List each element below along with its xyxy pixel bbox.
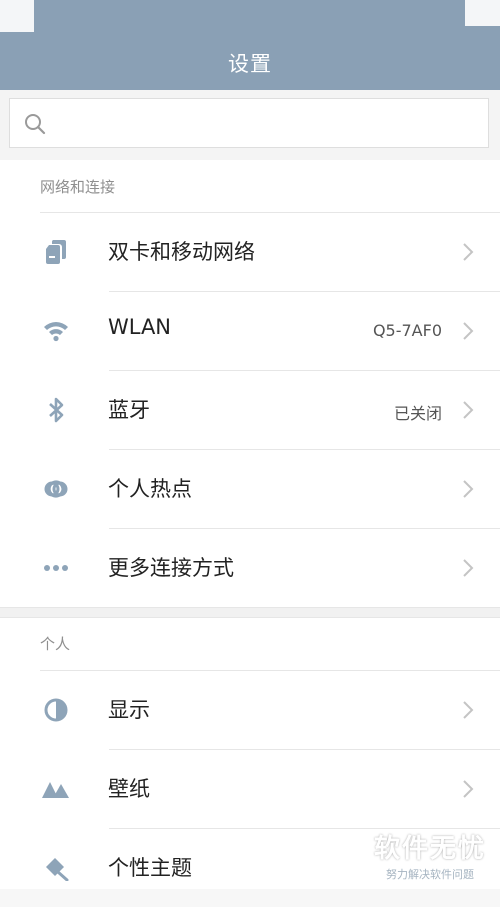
chevron-right-icon (463, 780, 474, 798)
chevron-right-icon (463, 701, 474, 719)
settings-item-wlan[interactable]: WLAN Q5-7AF0 (0, 291, 500, 370)
chevron-right-icon (463, 480, 474, 498)
section-header: 个人 (0, 618, 500, 670)
more-dots-icon (42, 555, 70, 581)
item-label: 壁纸 (108, 777, 150, 801)
item-value: Q5-7AF0 (372, 321, 442, 340)
hotspot-icon (42, 476, 70, 502)
item-label: 蓝牙 (108, 398, 150, 422)
section-network: 网络和连接 双卡和移动网络 WLAN Q5-7AF0 蓝牙 已关闭 个人热点 更… (0, 160, 500, 607)
item-label: 更多连接方式 (108, 556, 234, 580)
settings-item-display[interactable]: 显示 (0, 670, 500, 749)
watermark-logo: 软件无忧 努力解决软件问题 (374, 828, 486, 882)
watermark-subtitle: 努力解决软件问题 (385, 868, 474, 881)
settings-item-dual-sim[interactable]: 双卡和移动网络 (0, 212, 500, 291)
section-header: 网络和连接 (0, 160, 500, 212)
wifi-icon (42, 318, 70, 344)
page-title: 设置 (228, 52, 272, 76)
sim-card-icon (42, 239, 70, 265)
item-label: 双卡和移动网络 (108, 240, 255, 264)
status-bar-right (465, 0, 500, 26)
item-label: 个人热点 (108, 477, 192, 501)
chevron-right-icon (463, 243, 474, 261)
settings-item-wallpaper[interactable]: 壁纸 (0, 749, 500, 828)
section-title: 个人 (40, 635, 71, 653)
settings-item-more-connections[interactable]: 更多连接方式 (0, 528, 500, 607)
wallpaper-icon (42, 776, 70, 802)
bluetooth-icon (42, 397, 70, 423)
item-label: 显示 (108, 698, 150, 722)
section-divider (0, 607, 500, 618)
display-icon (42, 697, 70, 723)
item-label: WLAN (108, 315, 172, 339)
item-label: 个性主题 (108, 856, 192, 880)
search-input[interactable] (58, 107, 482, 141)
item-value: 已关闭 (393, 404, 442, 423)
search-area (0, 90, 500, 160)
settings-item-bluetooth[interactable]: 蓝牙 已关闭 (0, 370, 500, 449)
title-bar: 设置 (0, 0, 500, 90)
settings-item-hotspot[interactable]: 个人热点 (0, 449, 500, 528)
search-icon (25, 114, 46, 135)
watermark-title: 软件无忧 (373, 834, 486, 864)
search-box[interactable] (9, 98, 489, 148)
chevron-right-icon (463, 559, 474, 577)
chevron-right-icon (463, 401, 474, 419)
status-bar-left (0, 0, 34, 32)
section-title: 网络和连接 (40, 178, 116, 196)
chevron-right-icon (463, 322, 474, 340)
theme-icon (42, 855, 70, 881)
